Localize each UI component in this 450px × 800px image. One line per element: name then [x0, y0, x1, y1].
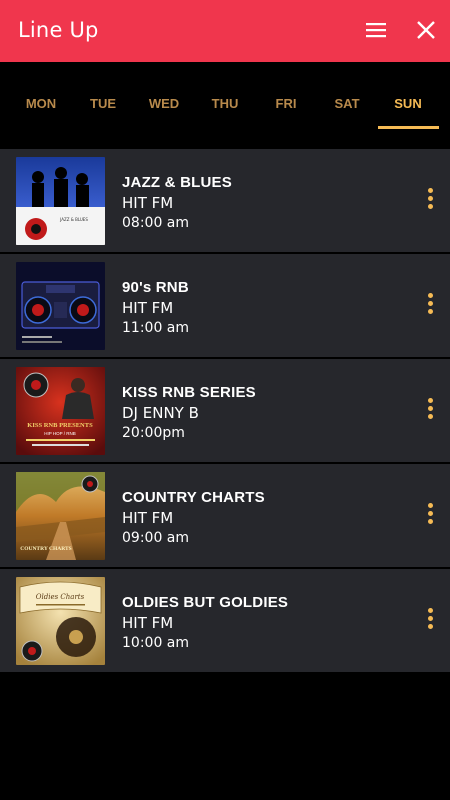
show-artwork-country-charts: COUNTRY CHARTS	[16, 472, 105, 560]
tab-wed[interactable]: WED	[133, 96, 195, 111]
show-time: 20:00pm	[122, 425, 185, 441]
show-title: 90's RNB	[122, 279, 189, 296]
svg-text:COUNTRY CHARTS: COUNTRY CHARTS	[20, 546, 72, 552]
tab-fri[interactable]: FRI	[255, 96, 317, 111]
show-title: OLDIES BUT GOLDIES	[122, 594, 289, 611]
list-item[interactable]: JAZZ & BLUES JAZZ & BLUES HIT FM 08:00 a…	[0, 149, 450, 252]
list-item[interactable]: Oldies Charts OLDIES BUT GOLDIES HIT FM …	[0, 569, 450, 672]
show-title: JAZZ & BLUES	[122, 174, 232, 191]
show-time: 11:00 am	[122, 320, 190, 336]
show-host: HIT FM	[122, 509, 174, 527]
more-options-icon[interactable]	[422, 188, 438, 212]
svg-text:KISS RNB PRESENTS: KISS RNB PRESENTS	[27, 422, 93, 429]
tab-sat[interactable]: SAT	[316, 96, 378, 111]
more-options-icon[interactable]	[422, 293, 438, 317]
show-host: HIT FM	[122, 299, 174, 317]
show-time: 09:00 am	[122, 530, 190, 546]
show-title: KISS RNB SERIES	[122, 384, 256, 401]
show-time: 10:00 am	[122, 635, 190, 651]
lineup-list: JAZZ & BLUES JAZZ & BLUES HIT FM 08:00 a…	[0, 149, 450, 674]
list-item[interactable]: KISS RNB PRESENTS HIP HOP / RNB KISS RNB…	[0, 359, 450, 462]
day-tabs: MON TUE WED THU FRI SAT SUN	[0, 62, 450, 140]
more-options-icon[interactable]	[422, 503, 438, 527]
page-title: Line Up	[18, 18, 99, 42]
show-title: COUNTRY CHARTS	[122, 489, 265, 506]
more-options-icon[interactable]	[422, 398, 438, 422]
show-artwork-90s-rnb	[16, 262, 105, 350]
app-bar: Line Up	[0, 0, 450, 62]
list-item[interactable]: COUNTRY CHARTS COUNTRY CHARTS HIT FM 09:…	[0, 464, 450, 567]
show-time: 08:00 am	[122, 215, 190, 231]
show-host: HIT FM	[122, 614, 174, 632]
show-artwork-oldies: Oldies Charts	[16, 577, 105, 665]
show-artwork-jazz: JAZZ & BLUES	[16, 157, 105, 245]
svg-text:Oldies Charts: Oldies Charts	[36, 593, 85, 601]
show-host: DJ ENNY B	[122, 404, 199, 422]
show-artwork-kiss-rnb: KISS RNB PRESENTS HIP HOP / RNB	[16, 367, 105, 455]
svg-text:HIP HOP / RNB: HIP HOP / RNB	[44, 431, 76, 436]
tab-thu[interactable]: THU	[194, 96, 256, 111]
hamburger-menu-icon[interactable]	[364, 20, 388, 40]
close-icon[interactable]	[414, 18, 438, 42]
tab-mon[interactable]: MON	[10, 96, 72, 111]
tab-sun[interactable]: SUN	[377, 96, 439, 111]
more-options-icon[interactable]	[422, 608, 438, 632]
svg-text:JAZZ & BLUES: JAZZ & BLUES	[59, 217, 88, 222]
tab-tue[interactable]: TUE	[72, 96, 134, 111]
list-item[interactable]: 90's RNB HIT FM 11:00 am	[0, 254, 450, 357]
selected-tab-indicator	[378, 126, 439, 129]
show-host: HIT FM	[122, 194, 174, 212]
